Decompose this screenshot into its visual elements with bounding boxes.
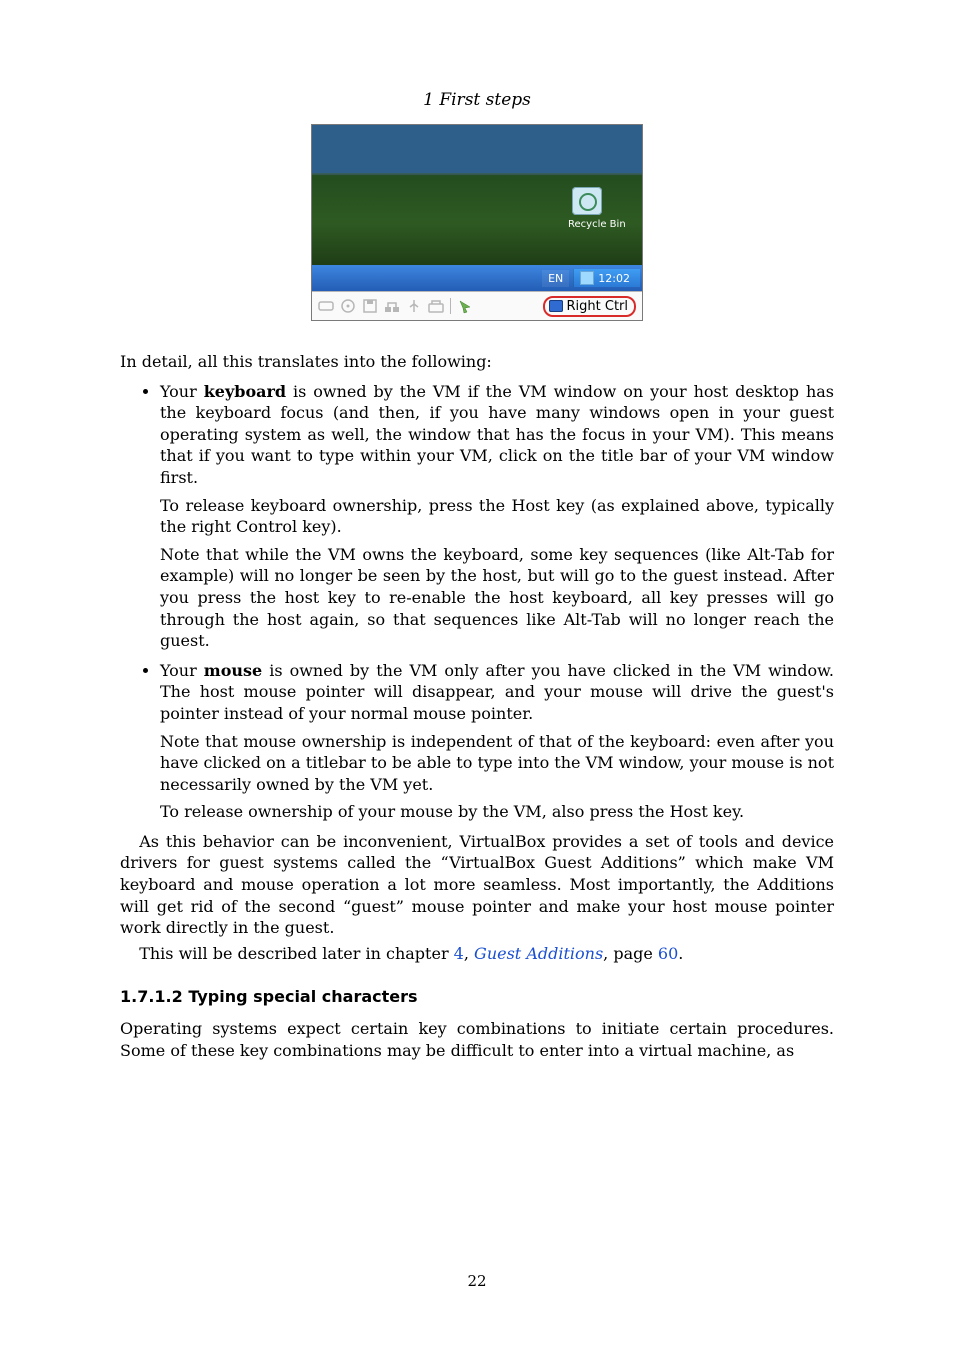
running-head: 1 First steps	[120, 90, 834, 110]
after-para-2: This will be described later in chapter …	[120, 943, 834, 965]
horizon	[312, 173, 642, 175]
chapter-link[interactable]: 4	[454, 944, 464, 963]
recycle-bin-label: Recycle Bin	[568, 219, 606, 230]
section-heading: 1.7.1.2 Typing special characters	[120, 986, 834, 1008]
guest-taskbar: EN 12:02	[312, 265, 642, 291]
kb-p3: Note that while the VM owns the keyboard…	[160, 544, 834, 652]
tray: 12:02	[573, 269, 640, 287]
mouse-bold: mouse	[204, 661, 262, 680]
share-icon	[428, 298, 444, 314]
recycle-bin-glyph	[572, 187, 602, 215]
section-body: Operating systems expect certain key com…	[120, 1018, 834, 1061]
after-para-1: As this behavior can be inconvenient, Vi…	[120, 831, 834, 939]
kb-p2: To release keyboard ownership, press the…	[160, 495, 834, 538]
clock: 12:02	[598, 272, 630, 285]
mouse-p2: Note that mouse ownership is independent…	[160, 731, 834, 796]
mouse-pre: Your	[160, 661, 204, 680]
vm-statusbar: Right Ctrl	[312, 291, 642, 320]
mouse-p3: To release ownership of your mouse by th…	[160, 801, 834, 823]
net-icon	[384, 298, 400, 314]
figure-wrap: Recycle Bin EN 12:02	[120, 124, 834, 321]
after2-mid: ,	[464, 944, 474, 963]
body-text: In detail, all this translates into the …	[120, 351, 834, 1061]
host-key-badge: Right Ctrl	[543, 296, 637, 317]
vm-screenshot: Recycle Bin EN 12:02	[311, 124, 643, 321]
bullet-mouse: Your mouse is owned by the VM only after…	[160, 660, 834, 823]
separator	[450, 298, 451, 314]
page-link[interactable]: 60	[658, 944, 678, 963]
host-key-label: Right Ctrl	[567, 299, 629, 314]
usb-icon	[406, 298, 422, 314]
mouse-post: is owned by the VM only after you have c…	[160, 661, 834, 723]
recycle-bin-icon: Recycle Bin	[568, 187, 606, 230]
bullet-list: Your keyboard is owned by the VM if the …	[120, 381, 834, 823]
after2-pre: This will be described later in chapter	[139, 944, 453, 963]
keyboard-icon	[549, 300, 563, 312]
mouse-integ-icon	[457, 298, 473, 314]
page-number: 22	[0, 1272, 954, 1290]
floppy-icon	[362, 298, 378, 314]
kb-bold: keyboard	[204, 382, 286, 401]
lang-indicator: EN	[542, 270, 569, 287]
guest-desktop: Recycle Bin	[312, 125, 642, 265]
guest-additions-link[interactable]: Guest Additions	[474, 944, 603, 963]
intro-line: In detail, all this translates into the …	[120, 351, 834, 373]
kb-pre: Your	[160, 382, 204, 401]
cd-icon	[340, 298, 356, 314]
hd-icon	[318, 298, 334, 314]
bullet-keyboard: Your keyboard is owned by the VM if the …	[160, 381, 834, 652]
tray-icon	[580, 271, 594, 285]
page: 1 First steps Recycle Bin EN 12:02	[0, 0, 954, 1350]
after2-end: .	[678, 944, 683, 963]
after2-post-mid: , page	[603, 944, 658, 963]
